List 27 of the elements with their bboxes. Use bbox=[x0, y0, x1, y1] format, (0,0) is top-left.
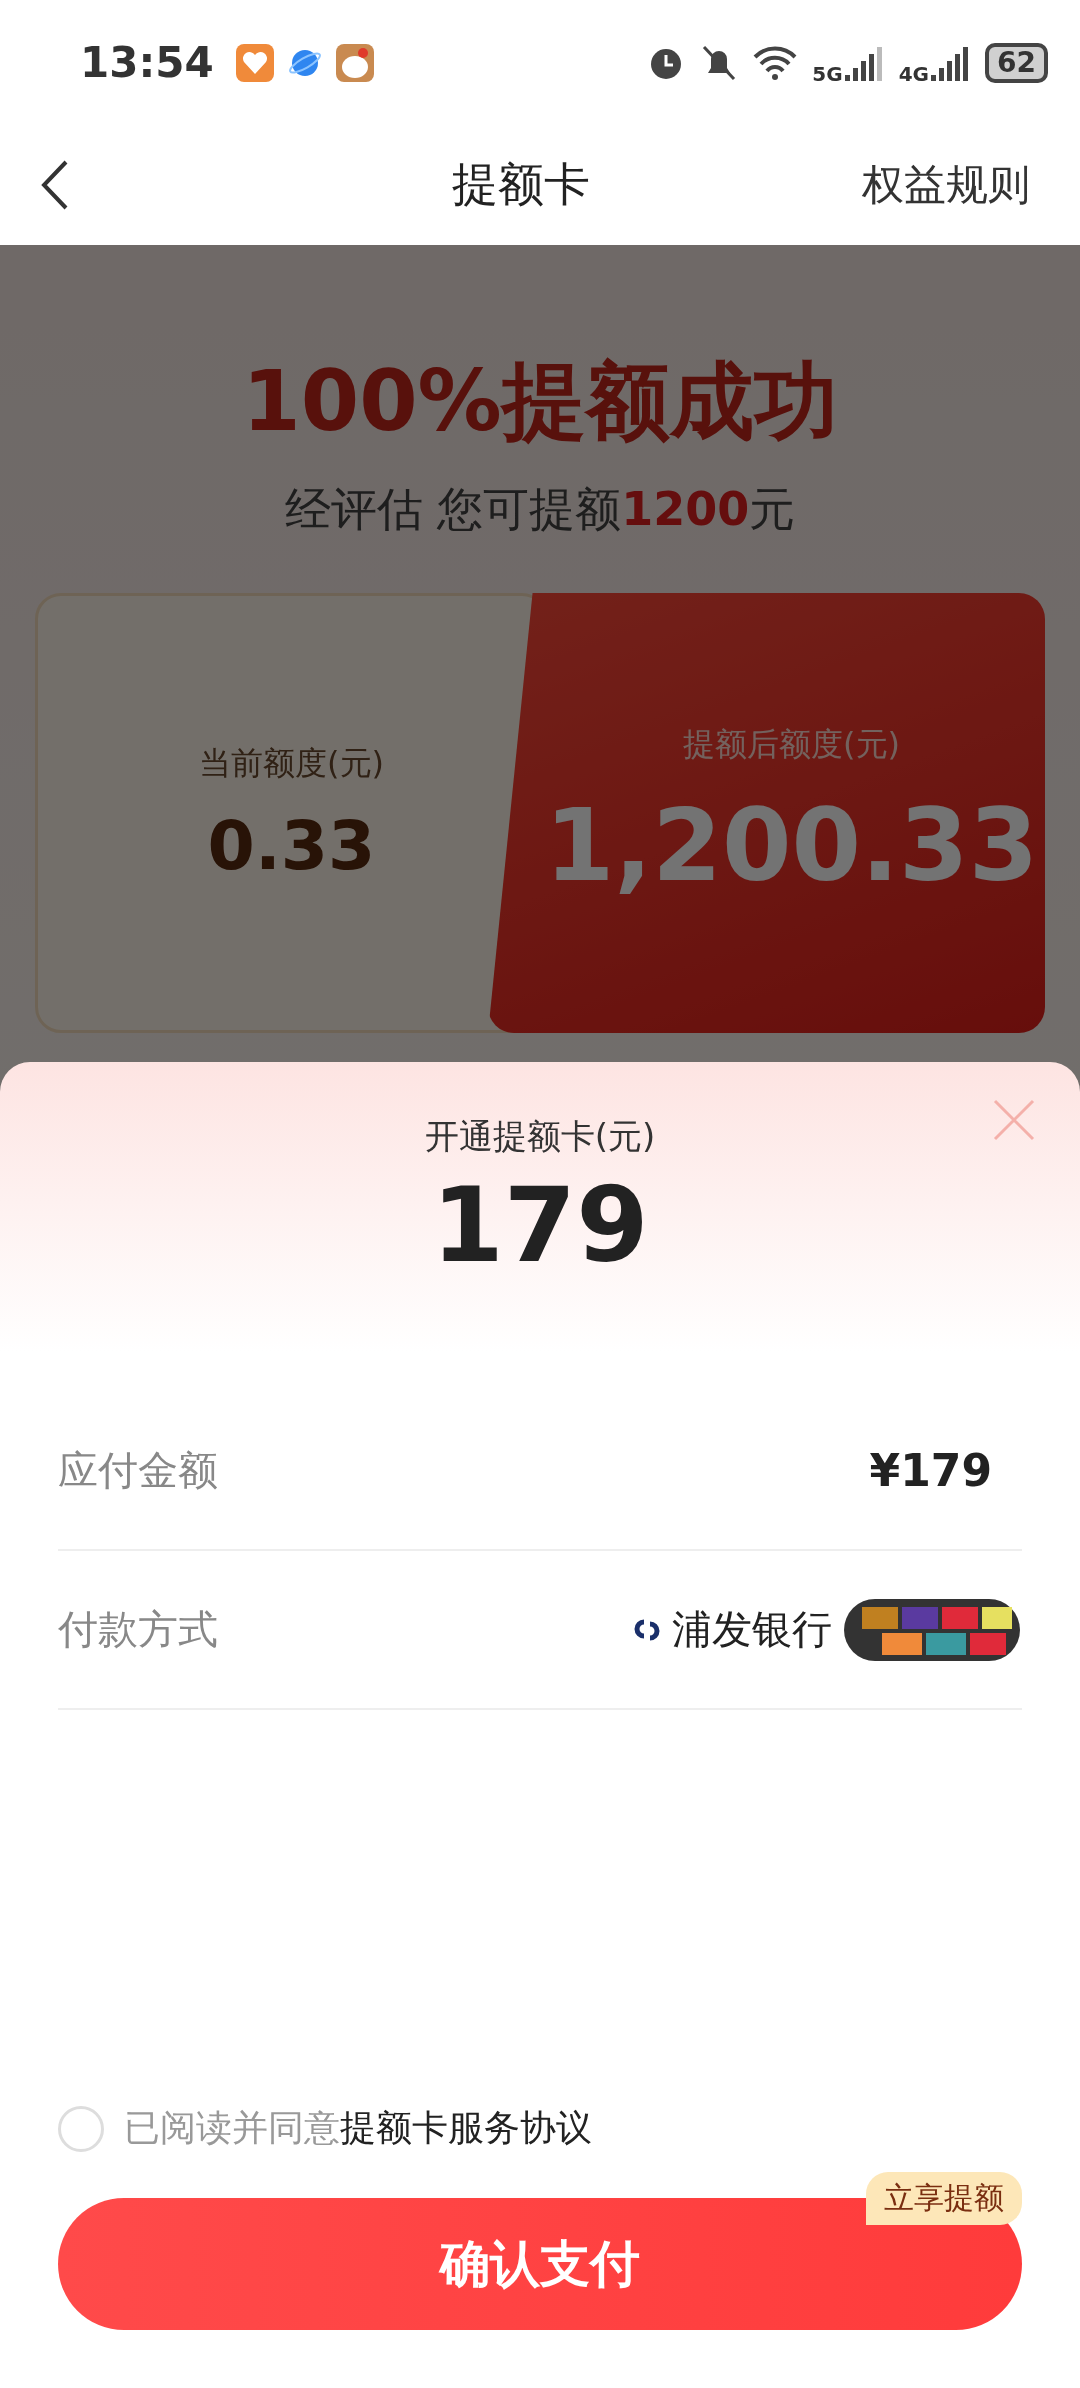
heart-app-icon bbox=[235, 43, 274, 82]
bank-logo-icon bbox=[632, 1617, 662, 1642]
row-label: 付款方式 bbox=[58, 1605, 218, 1654]
current-limit-value: 0.33 bbox=[207, 805, 376, 885]
network-label: 5G bbox=[812, 61, 843, 86]
agreement-link[interactable]: 提额卡服务协议 bbox=[340, 2107, 592, 2148]
wifi-icon bbox=[752, 44, 799, 81]
row-label: 应付金额 bbox=[58, 1446, 218, 1495]
current-limit-label: 当前额度(元) bbox=[199, 742, 384, 784]
payable-amount: ¥179 bbox=[869, 1445, 992, 1496]
rules-link[interactable]: 权益规则 bbox=[862, 157, 1030, 213]
signal-icon bbox=[844, 44, 885, 81]
agree-checkbox[interactable] bbox=[58, 2105, 104, 2152]
promo-subtitle: 经评估 您可提额1200元 bbox=[284, 481, 796, 538]
price-amount: 179 bbox=[431, 1164, 649, 1286]
payment-method-value[interactable]: 浦发银行 bbox=[672, 1602, 832, 1657]
battery-level: 62 bbox=[985, 42, 1048, 83]
back-icon[interactable] bbox=[40, 159, 70, 211]
agreement-text: 已阅读并同意提额卡服务协议 bbox=[124, 2106, 592, 2150]
page-title: 提额卡 bbox=[452, 156, 590, 213]
status-time: 13:54 bbox=[80, 38, 214, 87]
network-label: 4G bbox=[898, 61, 930, 86]
promo-badge: 立享提额 bbox=[866, 2172, 1022, 2225]
sheet-title: 开通提额卡(元) bbox=[424, 1115, 656, 1158]
new-limit-label: 提额后额度(元) bbox=[683, 723, 900, 765]
new-limit-value: 1,200.33 bbox=[544, 786, 1039, 904]
promo-headline: 100%提额成功 bbox=[242, 351, 838, 452]
